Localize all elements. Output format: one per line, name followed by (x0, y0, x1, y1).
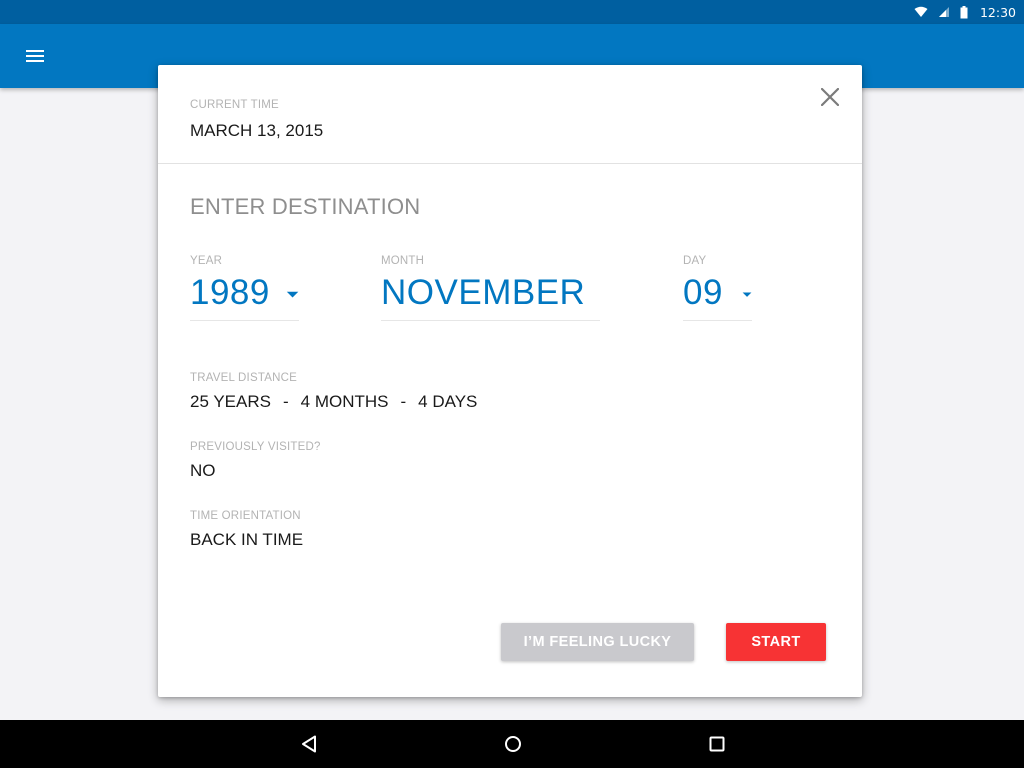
day-value: 09 (683, 272, 723, 312)
section-title: ENTER DESTINATION (190, 194, 421, 219)
distance-years: 25 YEARS (190, 392, 271, 411)
day-picker[interactable]: DAY 09 (683, 255, 752, 321)
travel-distance: TRAVEL DISTANCE 25 YEARS - 4 MONTHS - 4 … (190, 372, 477, 412)
clock: 12:30 (979, 4, 1016, 20)
battery-icon (960, 5, 968, 19)
recents-button[interactable] (705, 732, 729, 756)
wifi-icon (914, 6, 928, 18)
previously-visited-label: PREVIOUSLY VISITED? (190, 441, 321, 453)
status-bar: 12:30 (0, 0, 1024, 24)
travel-distance-value: 25 YEARS - 4 MONTHS - 4 DAYS (190, 392, 477, 412)
year-dropdown[interactable]: 1989 (190, 269, 299, 321)
current-time-value: MARCH 13, 2015 (190, 121, 324, 140)
back-button[interactable] (297, 732, 321, 756)
nav-bar (0, 720, 1024, 768)
time-orientation-label: TIME ORIENTATION (190, 510, 301, 522)
close-icon (821, 88, 839, 106)
start-button[interactable]: START (726, 623, 826, 661)
chevron-down-icon (742, 291, 752, 297)
dialog-header: CURRENT TIME MARCH 13, 2015 (158, 65, 862, 164)
close-button[interactable] (818, 85, 842, 109)
feeling-lucky-button[interactable]: I’M FEELING LUCKY (501, 623, 694, 661)
chevron-down-icon (286, 291, 299, 297)
menu-icon (26, 50, 44, 62)
year-label: YEAR (190, 255, 223, 267)
time-orientation-value: BACK IN TIME (190, 530, 304, 549)
year-value: 1989 (190, 272, 270, 312)
home-icon (505, 736, 521, 752)
distance-months: 4 MONTHS (300, 392, 389, 411)
home-button[interactable] (501, 732, 525, 756)
current-time-label: CURRENT TIME (190, 99, 279, 111)
time-orientation: TIME ORIENTATION BACK IN TIME (190, 510, 303, 550)
previously-visited-value: NO (190, 461, 216, 480)
menu-button[interactable] (15, 45, 55, 67)
month-label: MONTH (381, 255, 425, 267)
screen: 12:30 CURRENT TIME MARCH 13, 2015 ENTER … (0, 0, 1024, 768)
distance-separator: - (282, 392, 289, 411)
back-icon (302, 735, 316, 753)
distance-separator: - (400, 392, 407, 411)
previously-visited: PREVIOUSLY VISITED? NO (190, 441, 321, 481)
signal-icon (938, 6, 950, 18)
year-picker[interactable]: YEAR 1989 (190, 255, 299, 321)
month-dropdown[interactable]: NOVEMBER (381, 269, 600, 321)
month-value: NOVEMBER (381, 272, 586, 312)
travel-distance-label: TRAVEL DISTANCE (190, 372, 297, 384)
month-picker[interactable]: MONTH NOVEMBER (381, 255, 600, 321)
day-dropdown[interactable]: 09 (683, 269, 752, 321)
recents-icon (709, 736, 725, 752)
day-label: DAY (683, 255, 707, 267)
destination-dialog: CURRENT TIME MARCH 13, 2015 ENTER DESTIN… (158, 65, 862, 697)
distance-days: 4 DAYS (418, 392, 478, 411)
